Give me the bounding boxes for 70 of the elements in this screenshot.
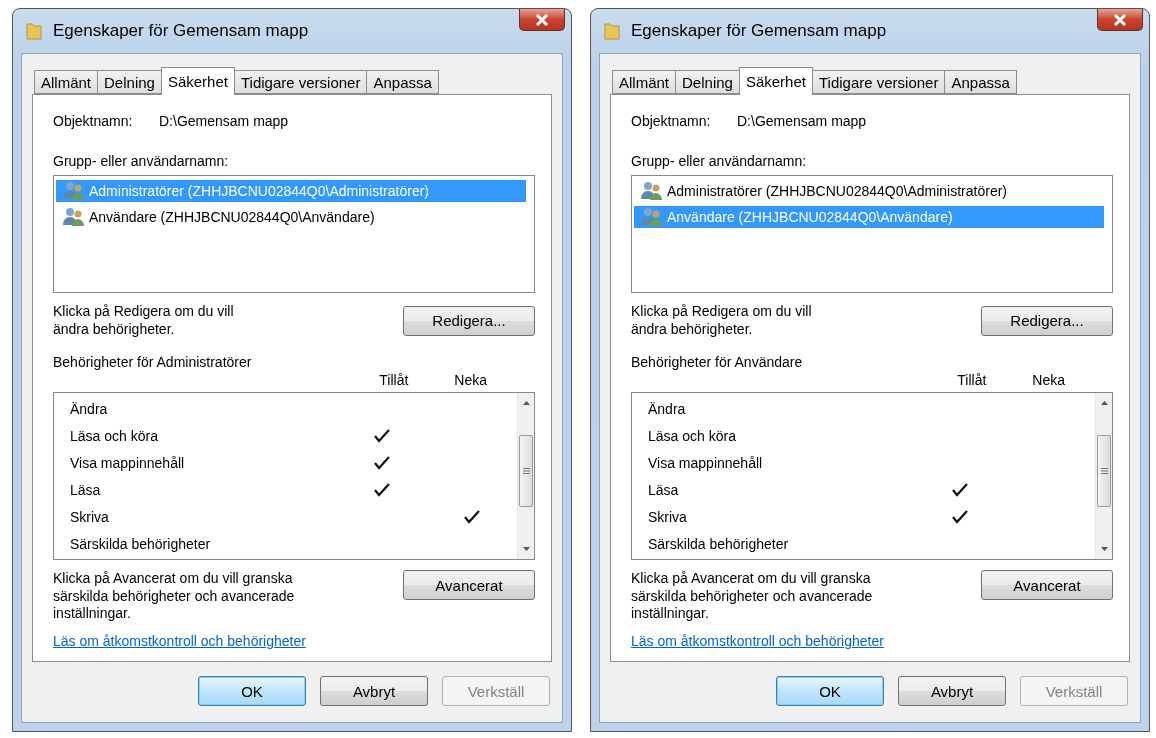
edit-button[interactable]: Redigera...	[981, 305, 1113, 336]
group-list-label: Grupp- eller användarnamn:	[631, 153, 808, 169]
dialog-button[interactable]: OK	[776, 676, 884, 706]
users-icon	[640, 181, 664, 201]
permission-name: Läsa och köra	[648, 427, 737, 444]
scroll-up-icon[interactable]	[522, 401, 530, 405]
tab[interactable]: Anpassa	[944, 70, 1017, 94]
folder-icon	[25, 21, 43, 41]
scroll-down-icon[interactable]	[522, 547, 530, 551]
scrollbar[interactable]	[517, 393, 534, 559]
window-title: Egenskaper för Gemensam mapp	[631, 21, 888, 41]
grip-icon	[1100, 468, 1108, 474]
tab[interactable]: Tidigare versioner	[233, 70, 368, 94]
scroll-down-icon[interactable]	[1100, 547, 1108, 551]
tab[interactable]: Allmänt	[34, 70, 99, 94]
column-header: Neka	[454, 372, 487, 388]
folder-icon	[603, 21, 621, 41]
users-icon	[62, 181, 86, 201]
tab[interactable]: Delning	[675, 70, 740, 94]
tab[interactable]: Tidigare versioner	[811, 70, 946, 94]
scrollbar[interactable]	[1095, 393, 1112, 559]
edit-hint-text: Klicka på Redigera om du vill ändra behörigheter.	[631, 303, 813, 338]
close-icon	[535, 13, 549, 26]
advanced-button[interactable]: Avancerat	[403, 570, 535, 600]
permissions-label: Behörigheter för Användare	[631, 354, 804, 370]
advanced-hint-text: Klicka på Avancerat om du vill granska särskilda behörigheter och avancerade inställningar.	[53, 570, 296, 623]
window-title: Egenskaper för Gemensam mapp	[53, 21, 310, 41]
users-icon	[640, 207, 664, 227]
permission-name: Visa mappinnehåll	[70, 454, 186, 471]
permission-name: Läsa	[70, 481, 102, 498]
permission-name: Visa mappinnehåll	[648, 454, 764, 471]
column-header: Neka	[1032, 372, 1065, 388]
advanced-button[interactable]: Avancerat	[981, 570, 1113, 600]
object-name-label: Objektnamn:	[631, 113, 712, 129]
permission-name: Läsa	[648, 481, 680, 498]
help-link[interactable]: Läs om åtkomstkontroll och behörigheter	[631, 632, 884, 649]
tab[interactable]: Säkerhet	[160, 67, 235, 95]
close-icon	[1113, 13, 1127, 26]
dialog-button[interactable]: Avbryt	[898, 676, 1006, 706]
dialog-button[interactable]: Avbryt	[320, 676, 428, 706]
permission-name: Skriva	[70, 508, 110, 525]
close-button[interactable]	[519, 9, 565, 31]
group-list-label: Grupp- eller användarnamn:	[53, 153, 230, 169]
permission-name: Ändra	[648, 400, 687, 417]
permissions-label: Behörigheter för Administratörer	[53, 354, 253, 370]
object-name-label: Objektnamn:	[53, 113, 134, 129]
tab[interactable]: Delning	[97, 70, 162, 94]
permission-name: Skriva	[648, 508, 688, 525]
edit-button[interactable]: Redigera...	[403, 305, 535, 336]
column-header: Tillåt	[379, 372, 409, 388]
help-link[interactable]: Läs om åtkomstkontroll och behörigheter	[53, 632, 306, 649]
dialog-button[interactable]: OK	[198, 676, 306, 706]
permission-name: Ändra	[70, 400, 109, 417]
grip-icon	[522, 468, 530, 474]
user-list-item[interactable]: Användare (ZHHJBCNU02844Q0\Användare)	[56, 206, 526, 228]
column-header: Tillåt	[957, 372, 987, 388]
object-name-value: D:\Gemensam mapp	[737, 113, 867, 129]
user-list-item[interactable]: Administratörer (ZHHJBCNU02844Q0\Administratörer)	[634, 180, 1104, 202]
close-button[interactable]	[1097, 9, 1143, 31]
permission-name: Särskilda behörigheter	[648, 535, 790, 552]
permission-name: Läsa och köra	[70, 427, 159, 444]
tab[interactable]: Allmänt	[612, 70, 677, 94]
tab[interactable]: Säkerhet	[738, 67, 813, 95]
scroll-up-icon[interactable]	[1100, 401, 1108, 405]
tab[interactable]: Anpassa	[366, 70, 439, 94]
edit-hint-text: Klicka på Redigera om du vill ändra behörigheter.	[53, 303, 235, 338]
object-name-value: D:\Gemensam mapp	[159, 113, 289, 129]
advanced-hint-text: Klicka på Avancerat om du vill granska särskilda behörigheter och avancerade inställningar.	[631, 570, 874, 623]
permission-name: Särskilda behörigheter	[70, 535, 212, 552]
users-icon	[62, 207, 86, 227]
